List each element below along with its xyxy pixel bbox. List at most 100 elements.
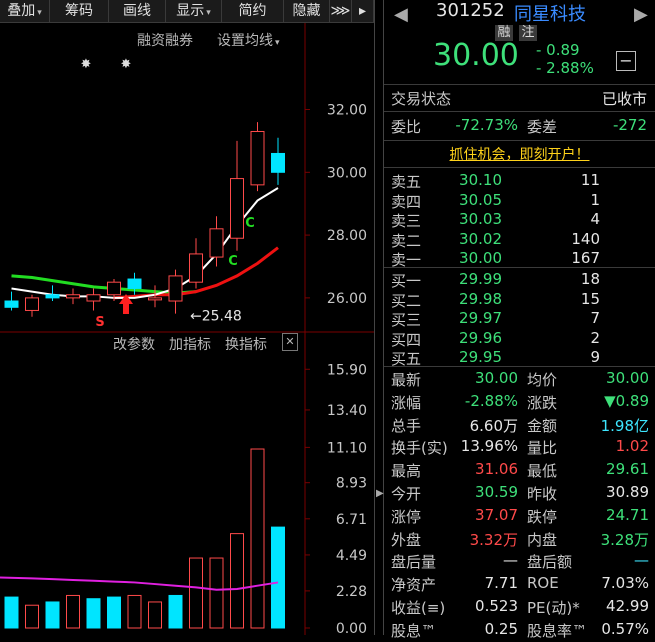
chart-canvas[interactable]: 32.00 30.00 28.00 26.00 ✸ ✸ S C C ←25.48 15.90 13.4…: [0, 23, 374, 635]
chevron-down-icon: ▾: [206, 8, 211, 18]
bids-volume: 18: [580, 270, 600, 288]
volume-bar: [148, 601, 162, 629]
stat-label: 盘后量: [391, 553, 437, 572]
asks-level-label: 卖五: [391, 173, 422, 191]
stat-label: 最新: [391, 371, 422, 389]
bids-row[interactable]: 买三 29.97 7: [384, 309, 655, 329]
toolbar-button-3[interactable]: 显示 ▾: [166, 0, 222, 22]
bids-level-label: 买四: [391, 330, 422, 349]
bids-price: 29.99: [459, 270, 502, 288]
toolbar-label: 简约: [238, 3, 267, 19]
stat-label: 股息率™: [527, 621, 588, 640]
prev-stock-icon[interactable]: ◀: [394, 4, 408, 25]
stat-value: 42.99: [606, 597, 649, 615]
stat-label: PE(动)*: [527, 599, 580, 617]
bids-price: 29.98: [459, 289, 502, 308]
asks-row[interactable]: 卖一 30.00 167: [384, 249, 655, 269]
asks-volume: 4: [590, 210, 600, 229]
toolbar-button-0[interactable]: 叠加 ▾: [0, 0, 50, 22]
candle-body: [25, 297, 39, 311]
bids-row[interactable]: 买二 29.98 15: [384, 289, 655, 310]
asks-row[interactable]: 卖五 30.10 11: [384, 171, 655, 191]
asks-row[interactable]: 卖二 30.02 140: [384, 230, 655, 250]
ma-setting-label: 设置均线: [217, 33, 273, 49]
stats-row: 涨停 37.07 跌停 24.71: [384, 506, 655, 528]
stat-label: 盘后额: [527, 553, 573, 572]
order-diff-label: 委差: [527, 118, 558, 136]
stat-value: 30.00: [606, 369, 649, 387]
stat-value: —: [634, 551, 649, 570]
price-axis-label: 30.00: [327, 165, 367, 181]
volume-axis-label: 2.28: [336, 584, 367, 600]
next-stock-icon[interactable]: ▶: [634, 4, 648, 25]
candle-body: [127, 278, 142, 289]
star-marker-icon: ✸: [81, 57, 92, 72]
open-account-link[interactable]: 抓住机会，即刻开户！: [450, 147, 590, 163]
bids-price: 29.96: [459, 328, 502, 347]
volume-bar: [230, 533, 244, 629]
chart-area[interactable]: 32.00 30.00 28.00 26.00 ✸ ✸ S C C ←25.48 15.90 13.4…: [0, 23, 374, 635]
margin-trading-link[interactable]: 融资融券: [137, 30, 193, 50]
stats-row: 收益(≡) 0.523 PE(动)* 42.99: [384, 597, 655, 619]
edit-params-button[interactable]: 改参数: [113, 334, 155, 354]
toolbar-button-2[interactable]: 画线: [109, 0, 166, 22]
stat-value: 31.06: [475, 460, 518, 479]
bids-row[interactable]: 买四 29.96 2: [384, 328, 655, 349]
asks-row[interactable]: 卖三 30.03 4: [384, 210, 655, 230]
bids-level-label: 买二: [391, 291, 422, 310]
stats-row: 涨幅 -2.88% 涨跌 ▼0.89: [384, 392, 655, 414]
candle-body: [45, 294, 60, 299]
volume-bar: [189, 557, 203, 629]
toolbar-button-4[interactable]: 简约: [222, 0, 284, 22]
volume-bar: [66, 594, 80, 629]
minus-button[interactable]: −: [616, 51, 636, 71]
asks-price: 30.03: [459, 210, 502, 229]
toolbar-button-6[interactable]: ⋙: [330, 0, 352, 22]
last-price: 30.00: [433, 38, 519, 73]
stats-row: 最高 31.06 最低 29.61: [384, 460, 655, 482]
price-axis-label: 32.00: [327, 103, 367, 119]
stock-name[interactable]: 同星科技: [514, 0, 586, 26]
stat-label: 涨跌: [527, 393, 558, 412]
asks-price: 30.05: [459, 190, 502, 209]
toolbar-button-5[interactable]: 隐藏: [284, 0, 330, 22]
asks-row[interactable]: 卖四 30.05 1: [384, 190, 655, 211]
volume-bar: [127, 594, 142, 629]
bids-row[interactable]: 买五 29.95 9: [384, 348, 655, 368]
divider: [384, 140, 655, 141]
volume-bar: [86, 598, 101, 629]
trading-status-row: 交易状态 已收市: [384, 88, 655, 110]
stats-row: 最新 30.00 均价 30.00: [384, 369, 655, 391]
stat-label: 换手(实): [391, 439, 448, 458]
collapse-arrow-icon[interactable]: ▶: [376, 488, 384, 499]
stat-value: 30.89: [606, 483, 649, 501]
volume-axis-label: 15.90: [327, 362, 367, 378]
stat-label: 涨幅: [391, 393, 422, 412]
bids-row[interactable]: 买一 29.99 18: [384, 270, 655, 290]
stat-value: 0.57%: [601, 619, 649, 638]
low-price-annotation: ←25.48: [190, 309, 242, 325]
ma-setting-button[interactable]: 设置均线 ▾: [217, 30, 280, 50]
candle-body: [4, 300, 19, 308]
bids-volume: 2: [590, 328, 600, 347]
stats-row: 股息™ 0.25 股息率™ 0.57%: [384, 620, 655, 642]
stock-code: 301252: [436, 0, 505, 21]
close-icon[interactable]: ✕: [282, 333, 298, 351]
stat-value: 24.71: [606, 505, 649, 524]
volume-bar: [4, 596, 19, 629]
toolbar-button-1[interactable]: 筹码: [50, 0, 109, 22]
asks-volume: 11: [580, 171, 600, 189]
promo-row[interactable]: 抓住机会，即刻开户！: [384, 144, 655, 166]
stat-value: 13.96%: [460, 437, 518, 456]
bids-volume: 7: [590, 309, 600, 328]
price-axis-label: 26.00: [327, 291, 367, 307]
bids-level-label: 买一: [391, 272, 422, 290]
panel-splitter[interactable]: ▶: [374, 0, 384, 635]
add-indicator-button[interactable]: 加指标: [169, 334, 211, 354]
toolbar-label: ⋙: [330, 3, 351, 19]
toolbar-button-7[interactable]: ▸: [352, 0, 374, 22]
swap-indicator-button[interactable]: 换指标: [225, 334, 267, 354]
stat-label: 今开: [391, 485, 422, 503]
chart-toolbar: 叠加 ▾ 筹码 画线 显示 ▾ 简约 隐藏 ⋙ ▸: [0, 0, 374, 23]
stat-value: 0.523: [475, 597, 518, 615]
